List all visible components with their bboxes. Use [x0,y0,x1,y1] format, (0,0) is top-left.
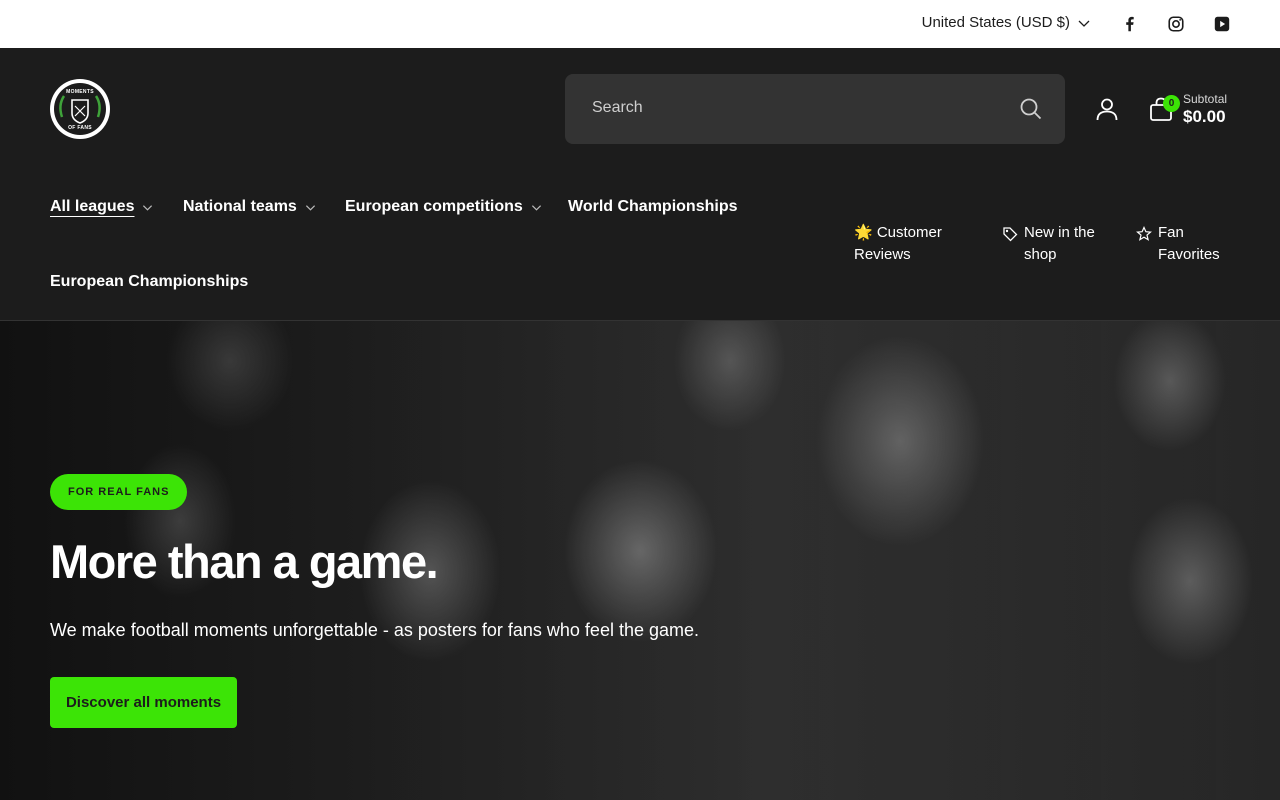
quick-link-line: Reviews [854,246,911,263]
youtube-icon[interactable] [1212,14,1232,34]
site-logo[interactable]: MOMENTS OF FANS [50,79,110,139]
quick-link-new-in-shop[interactable]: New in the shop [1002,222,1095,266]
quick-link-line: Favorites [1158,246,1220,263]
discover-all-moments-button[interactable]: Discover all moments [50,677,237,728]
hero-title: More than a game. [50,535,439,588]
logo-text-bottom: OF FANS [68,125,92,131]
quick-link-customer-reviews[interactable]: 🌟 Customer Reviews [854,222,942,266]
instagram-icon[interactable] [1166,14,1186,34]
nav-item-european-championships[interactable]: European Championships [50,273,248,291]
quick-link-line: New in the [1024,224,1095,241]
star-outline-icon [1136,226,1152,241]
nav-item-all-leagues[interactable]: All leagues [50,198,153,216]
hero-subtitle: We make football moments unforgettable -… [50,620,700,640]
subtotal-value: $0.00 [1183,107,1226,126]
quick-link-fan-favorites[interactable]: Fan Favorites [1136,222,1220,266]
subtotal-label: Subtotal [1183,92,1228,106]
currency-label: United States (USD $) [921,14,1070,31]
account-icon[interactable] [1094,96,1120,122]
currency-selector[interactable]: United States (USD $) [922,14,1090,31]
quick-link-line: 🌟 Customer [854,224,942,241]
chevron-down-icon [1078,20,1090,27]
logo-text-top: MOMENTS [66,89,94,95]
nav-item-world-championships[interactable]: World Championships [568,198,737,216]
quick-link-line: Fan [1158,224,1184,241]
cart-count-badge: 0 [1163,95,1180,112]
facebook-icon[interactable] [1120,14,1140,34]
hero-badge: FOR REAL FANS [50,474,188,510]
nav-item-european-competitions[interactable]: European competitions [345,198,542,216]
quick-link-line: shop [1024,246,1057,263]
search-icon[interactable] [1019,97,1043,121]
chevron-down-icon [305,204,315,211]
chevron-down-icon [531,204,541,211]
search-input[interactable]: Search [565,74,1065,144]
hero-banner: FOR REAL FANS More than a game. We make … [0,321,1280,800]
tag-icon [1003,227,1018,242]
site-header: MOMENTS OF FANS Search 0 Subtotal $0.00 … [0,48,1280,321]
nav-item-national-teams[interactable]: National teams [183,198,316,216]
search-placeholder: Search [592,99,643,116]
chevron-down-icon [143,204,153,211]
top-bar: United States (USD $) [0,0,1280,48]
